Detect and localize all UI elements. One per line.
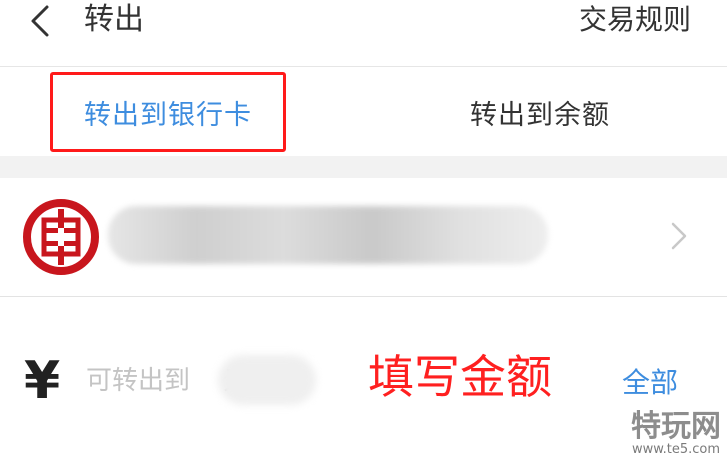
icbc-bank-logo-icon xyxy=(23,199,99,275)
all-amount-button[interactable]: 全部 xyxy=(622,363,678,403)
watermark-url: www.te5.com xyxy=(631,442,721,457)
page-title: 转出 xyxy=(84,2,144,37)
section-divider xyxy=(0,156,727,178)
site-watermark: 特玩网 www.te5.com xyxy=(631,411,721,457)
chevron-right-icon xyxy=(671,222,687,250)
watermark-main: 特玩网 xyxy=(631,409,721,444)
amount-entry-row: ¥ 填写金额 全部 xyxy=(0,297,727,465)
chevron-left-icon xyxy=(31,5,49,37)
tab-transfer-to-bank-card[interactable]: 转出到银行卡 xyxy=(50,72,286,152)
tab-label: 转出到余额 xyxy=(470,99,610,131)
transaction-rules-link[interactable]: 交易规则 xyxy=(579,0,691,40)
fill-amount-annotation: 填写金额 xyxy=(368,350,552,404)
back-button[interactable] xyxy=(20,2,60,40)
tab-transfer-to-balance[interactable]: 转出到余额 xyxy=(420,72,660,152)
available-amount-redacted xyxy=(218,355,316,405)
bank-card-name-redacted xyxy=(108,206,548,264)
top-nav-bar: 转出 交易规则 xyxy=(0,0,727,67)
currency-symbol: ¥ xyxy=(24,351,61,411)
tab-label: 转出到银行卡 xyxy=(84,99,252,131)
bank-card-selector[interactable] xyxy=(0,178,727,297)
